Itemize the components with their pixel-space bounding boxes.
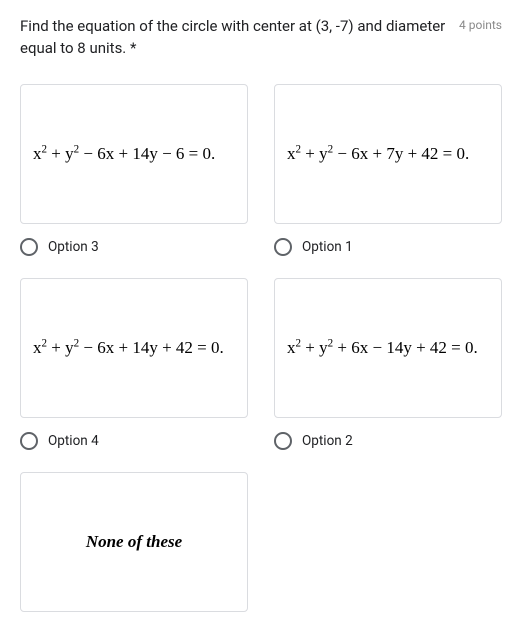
option-formula-a: x2 + y2 − 6x + 14y − 6 = 0.	[33, 144, 215, 164]
question-header: Find the equation of the circle with cen…	[20, 16, 502, 60]
option-label-c: Option 4	[48, 433, 99, 449]
option-label-a: Option 3	[48, 239, 99, 255]
option-formula-d: x2 + y2 + 6x − 14y + 42 = 0.	[287, 338, 478, 358]
option-card-b: x2 + y2 − 6x + 7y + 42 = 0.	[274, 84, 502, 224]
question-points: 4 points	[459, 16, 502, 32]
option-card-c: x2 + y2 − 6x + 14y + 42 = 0.	[20, 278, 248, 418]
option-card-e: None of these	[20, 472, 248, 612]
option-formula-e: None of these	[33, 532, 235, 552]
question-text: Find the equation of the circle with cen…	[20, 16, 447, 60]
option-card-d: x2 + y2 + 6x − 14y + 42 = 0.	[274, 278, 502, 418]
option-radio-d[interactable]: Option 2	[274, 432, 502, 450]
radio-icon	[20, 238, 38, 256]
radio-icon	[274, 432, 292, 450]
option-label-b: Option 1	[302, 239, 353, 255]
option-radio-b[interactable]: Option 1	[274, 238, 502, 256]
option-label-d: Option 2	[302, 433, 353, 449]
option-formula-c: x2 + y2 − 6x + 14y + 42 = 0.	[33, 338, 224, 358]
option-radio-a[interactable]: Option 3	[20, 238, 248, 256]
option-card-a: x2 + y2 − 6x + 14y − 6 = 0.	[20, 84, 248, 224]
radio-icon	[274, 238, 292, 256]
option-radio-c[interactable]: Option 4	[20, 432, 248, 450]
options-grid: x2 + y2 − 6x + 14y − 6 = 0. Option 3 x2 …	[20, 84, 502, 626]
option-formula-b: x2 + y2 − 6x + 7y + 42 = 0.	[287, 144, 469, 164]
radio-icon	[20, 432, 38, 450]
